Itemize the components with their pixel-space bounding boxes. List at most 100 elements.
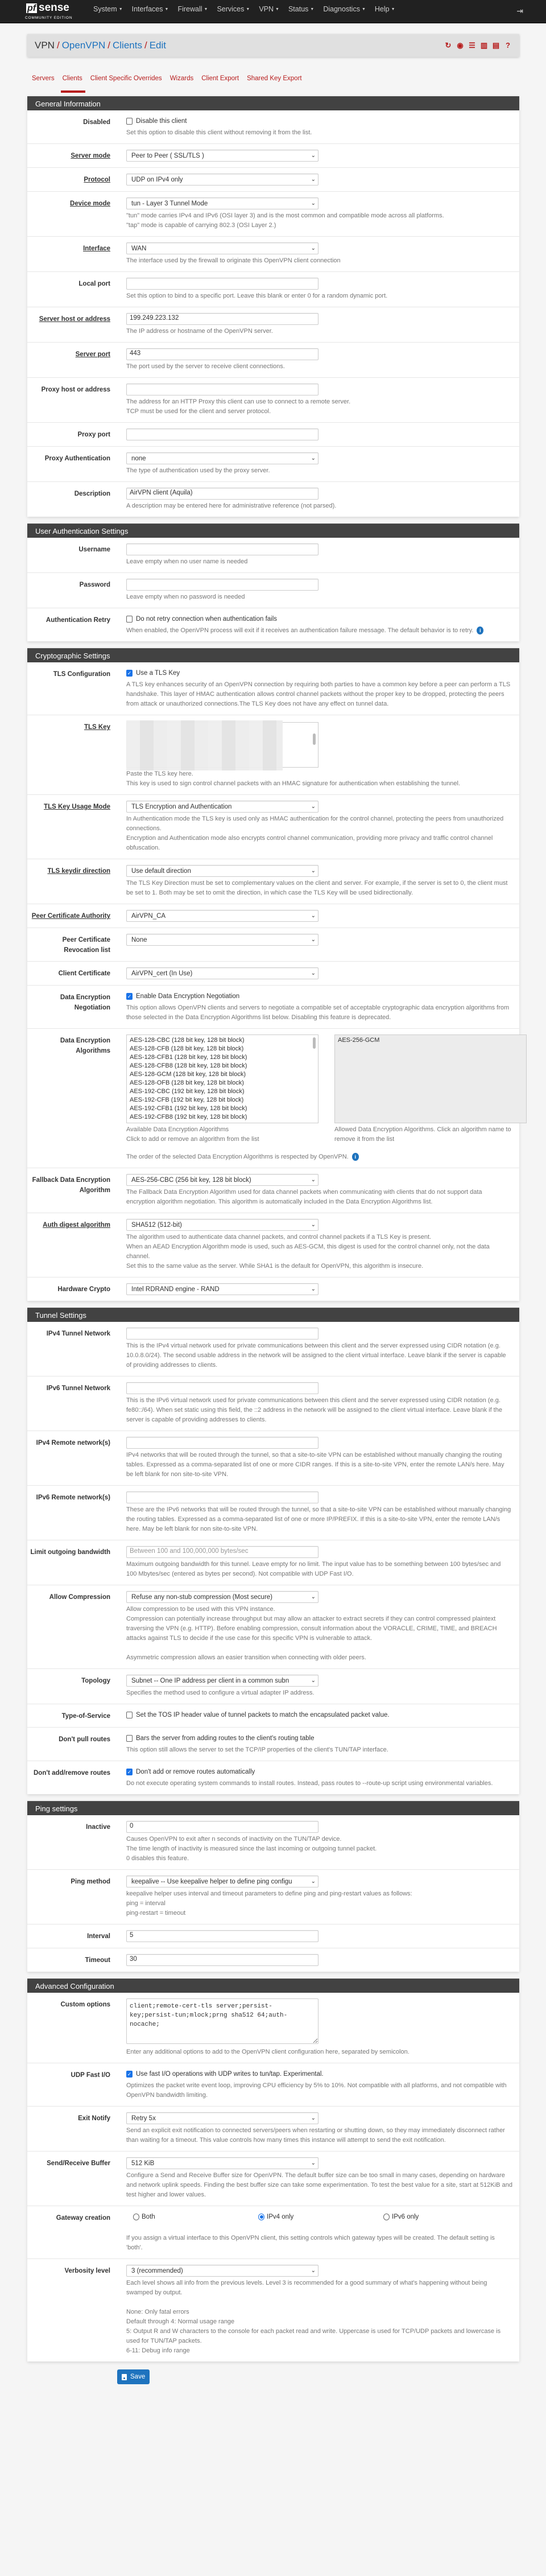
menu-interfaces[interactable]: Interfaces ▼ <box>127 5 173 13</box>
help-icon[interactable]: ? <box>504 41 512 50</box>
auth-digest-select[interactable]: SHA512 (512-bit) ⌄ <box>126 1219 318 1231</box>
disable-client-checkbox[interactable]: Disable this client <box>126 116 512 126</box>
exit-notify-select[interactable]: Retry 5x ⌄ <box>126 2112 318 2124</box>
tab-servers[interactable]: Servers <box>29 73 57 93</box>
algorithm-option[interactable]: AES-128-CFB8 (128 bit key, 128 bit block… <box>130 1062 315 1070</box>
custom-options-textarea[interactable] <box>126 1998 318 2044</box>
crumb-edit[interactable]: Edit <box>150 40 166 51</box>
interval-input[interactable]: 5 <box>126 1930 318 1942</box>
username-input[interactable] <box>126 543 318 555</box>
tls-key-textarea[interactable] <box>126 720 318 770</box>
proxy-host-input[interactable] <box>126 384 318 395</box>
algorithm-option[interactable]: AES-128-CFB (128 bit key, 128 bit block) <box>130 1045 315 1053</box>
server-host-input[interactable]: 199.249.223.132 <box>126 313 318 325</box>
verbosity-select[interactable]: 3 (recommended) ⌄ <box>126 2265 318 2277</box>
menu-vpn[interactable]: VPN ▼ <box>254 5 284 13</box>
inactive-input[interactable]: 0 <box>126 1821 318 1833</box>
radio-icon[interactable] <box>383 2214 390 2220</box>
scrollbar[interactable] <box>313 1037 316 1049</box>
tab-client-export[interactable]: Client Export <box>198 73 242 93</box>
server-port-input[interactable]: 443 <box>126 348 318 360</box>
algorithm-option[interactable]: AES-192-CFB8 (192 bit key, 128 bit block… <box>130 1113 315 1122</box>
ipv6-remote-input[interactable] <box>126 1491 318 1503</box>
ping-method-select[interactable]: keepalive -- Use keepalive helper to def… <box>126 1876 318 1887</box>
timeout-input[interactable]: 30 <box>126 1954 318 1966</box>
info-icon[interactable]: i <box>351 1153 359 1161</box>
tab-wizards[interactable]: Wizards <box>167 73 197 93</box>
algorithm-option[interactable]: AES-128-GCM (128 bit key, 128 bit block) <box>130 1070 315 1079</box>
menu-services[interactable]: Services ▼ <box>212 5 254 13</box>
algorithm-option[interactable]: AES-128-CFB1 (128 bit key, 128 bit block… <box>130 1053 315 1062</box>
ipv4-remote-input[interactable] <box>126 1437 318 1449</box>
server-mode-select[interactable]: Peer to Peer ( SSL/TLS ) ⌄ <box>126 150 318 162</box>
checkbox-icon[interactable] <box>126 118 133 125</box>
dont-pull-routes-checkbox[interactable]: Bars the server from adding routes to th… <box>126 1733 512 1744</box>
sliders-icon[interactable]: ☰ <box>468 41 476 50</box>
auth-retry-checkbox[interactable]: Do not retry connection when authenticat… <box>126 614 512 624</box>
gateway-ipv4-radio[interactable]: IPv4 only <box>251 2212 377 2222</box>
tab-client-specific-overrides[interactable]: Client Specific Overrides <box>88 73 165 93</box>
tos-checkbox[interactable]: Set the TOS IP header value of tunnel pa… <box>126 1710 512 1720</box>
local-port-input[interactable] <box>126 278 318 290</box>
radio-selected-icon[interactable] <box>258 2214 264 2220</box>
udp-fast-io-checkbox[interactable]: ✓ Use fast I/O operations with UDP writes… <box>126 2069 512 2079</box>
scrollbar[interactable] <box>313 733 316 745</box>
compression-select[interactable]: Refuse any non-stub compression (Most se… <box>126 1591 318 1603</box>
radio-icon[interactable] <box>133 2214 139 2220</box>
checkbox-icon[interactable] <box>126 616 133 623</box>
checkmark-icon[interactable]: ✓ <box>126 2071 133 2078</box>
device-mode-select[interactable]: tun - Layer 3 Tunnel Mode ⌄ <box>126 197 318 209</box>
menu-status[interactable]: Status ▼ <box>284 5 318 13</box>
proxy-auth-select[interactable]: none ⌄ <box>126 452 318 464</box>
topology-select[interactable]: Subnet -- One IP address per client in a… <box>126 1675 318 1687</box>
buffer-select[interactable]: 512 KiB ⌄ <box>126 2157 318 2169</box>
description-input[interactable]: AirVPN client (Aquila) <box>126 488 318 500</box>
allowed-algorithm-option[interactable]: AES-256-GCM <box>338 1036 523 1045</box>
crumb-clients[interactable]: Clients <box>113 40 142 51</box>
algorithm-option[interactable]: AES-128-OFB (128 bit key, 128 bit block) <box>130 1079 315 1087</box>
tab-clients[interactable]: Clients <box>60 73 85 93</box>
tab-shared-key-export[interactable]: Shared Key Export <box>244 73 305 93</box>
stop-icon[interactable]: ◉ <box>456 41 464 50</box>
checkmark-icon[interactable]: ✓ <box>126 1769 133 1775</box>
gateway-ipv6-radio[interactable]: IPv6 only <box>377 2212 502 2222</box>
ipv4-tunnel-input[interactable] <box>126 1328 318 1339</box>
tls-usage-mode-select[interactable]: TLS Encryption and Authentication ⌄ <box>126 801 318 813</box>
enable-ncp-checkbox[interactable]: ✓ Enable Data Encryption Negotiation <box>126 991 512 1001</box>
available-algorithms-list[interactable]: AES-128-CBC (128 bit key, 128 bit block)… <box>126 1034 318 1123</box>
peer-crl-select[interactable]: None ⌄ <box>126 934 318 946</box>
use-tls-key-checkbox[interactable]: ✓ Use a TLS Key <box>126 668 512 678</box>
hardware-crypto-select[interactable]: Intel RDRAND engine - RAND ⌄ <box>126 1283 318 1295</box>
crumb-openvpn[interactable]: OpenVPN <box>62 40 106 51</box>
password-input[interactable] <box>126 579 318 591</box>
menu-help[interactable]: Help ▼ <box>370 5 400 13</box>
log-list-icon[interactable]: ▤ <box>492 41 500 50</box>
interface-select[interactable]: WAN ⌄ <box>126 242 318 254</box>
algorithm-option[interactable]: AES-192-CBC (192 bit key, 128 bit block) <box>130 1087 315 1096</box>
menu-diagnostics[interactable]: Diagnostics ▼ <box>318 5 370 13</box>
chart-icon[interactable]: ▥ <box>480 41 488 50</box>
allowed-algorithms-list[interactable]: AES-256-GCM <box>334 1034 527 1123</box>
restart-icon[interactable]: ↻ <box>444 41 452 50</box>
algorithm-option[interactable]: AES-128-CBC (128 bit key, 128 bit block) <box>130 1036 315 1045</box>
dont-add-routes-checkbox[interactable]: ✓ Don't add or remove routes automaticall… <box>126 1767 512 1777</box>
ipv6-tunnel-input[interactable] <box>126 1382 318 1394</box>
bandwidth-limit-input[interactable]: Between 100 and 100,000,000 bytes/sec <box>126 1546 318 1558</box>
checkbox-icon[interactable] <box>126 1712 133 1718</box>
checkmark-icon[interactable]: ✓ <box>126 993 133 1000</box>
fallback-algorithm-select[interactable]: AES-256-CBC (256 bit key, 128 bit block)… <box>126 1174 318 1186</box>
protocol-select[interactable]: UDP on IPv4 only ⌄ <box>126 174 318 186</box>
sign-out-icon[interactable]: ⇥ <box>516 6 523 16</box>
algorithm-option[interactable]: AES-192-CFB1 (192 bit key, 128 bit block… <box>130 1104 315 1113</box>
proxy-port-input[interactable] <box>126 428 318 440</box>
gateway-both-radio[interactable]: Both <box>126 2212 251 2222</box>
algorithm-option[interactable]: AES-192-CFB (192 bit key, 128 bit block) <box>130 1096 315 1104</box>
menu-system[interactable]: System ▼ <box>89 5 127 13</box>
tls-keydir-select[interactable]: Use default direction ⌄ <box>126 865 318 877</box>
client-certificate-select[interactable]: AirVPN_cert (In Use) ⌄ <box>126 967 318 979</box>
info-icon[interactable]: i <box>477 627 484 635</box>
peer-ca-select[interactable]: AirVPN_CA ⌄ <box>126 910 318 922</box>
pfsense-logo[interactable]: pf sense COMMUNITY EDITION <box>25 2 81 21</box>
save-button[interactable]: Save <box>117 2369 150 2384</box>
menu-firewall[interactable]: Firewall ▼ <box>173 5 212 13</box>
